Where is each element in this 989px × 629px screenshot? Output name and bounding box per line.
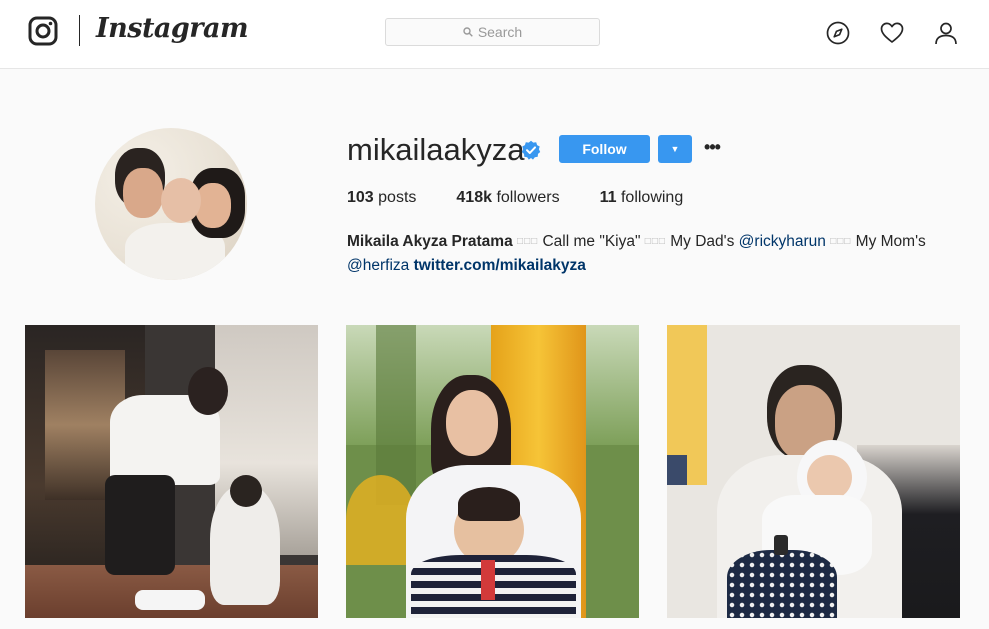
followers-stat[interactable]: 418k followers [456,188,559,208]
verified-badge-icon [521,140,541,160]
profile-bio: Mikaila Akyza Pratama □□□ Call me "Kiya"… [347,230,967,278]
compass-icon[interactable] [826,21,850,45]
suggestions-dropdown-button[interactable]: ▼ [658,135,692,163]
search-placeholder: Search [477,24,523,40]
post-thumbnail-1[interactable] [25,325,318,618]
mention-dad-link[interactable]: @rickyharun [739,233,826,250]
profile-avatar[interactable] [95,128,247,280]
following-label: following [620,189,684,206]
emoji-placeholder: □□□ [517,236,539,247]
emoji-placeholder: □□□ [830,236,852,247]
post-thumbnail-3[interactable] [667,325,960,618]
followers-count: 418k [456,189,492,206]
posts-stat: 103 posts [347,188,416,208]
posts-count: 103 [347,189,374,206]
more-options-button[interactable]: ••• [703,135,721,163]
follow-button[interactable]: Follow [559,135,650,163]
search-input[interactable]: Search [385,18,600,46]
emoji-placeholder: □□□ [644,236,666,247]
triangle-down-icon: ▼ [670,144,680,154]
nav-divider [79,15,80,46]
search-icon [463,27,473,37]
bio-text-1: Call me "Kiya" [542,233,641,250]
profile-stats: 103 posts 418k followers 11 following [347,188,723,208]
bio-text-2: My Dad's [670,233,735,250]
heart-icon[interactable] [880,21,904,45]
person-icon[interactable] [934,21,958,45]
bio-text-3: My Mom's [855,233,926,250]
instagram-camera-icon[interactable] [28,16,58,46]
bio-website-link[interactable]: twitter.com/mikailakyza [414,257,586,274]
following-stat[interactable]: 11 following [600,188,684,208]
top-nav: Instagram Search [0,0,989,69]
mention-mom-link[interactable]: @herfiza [347,257,409,274]
instagram-wordmark[interactable]: Instagram [96,13,249,44]
profile-full-name: Mikaila Akyza Pratama [347,233,513,250]
followers-label: followers [496,189,560,206]
following-count: 11 [599,189,617,206]
posts-label: posts [378,189,417,206]
post-thumbnail-2[interactable] [346,325,639,618]
profile-username: mikailaakyza [347,132,525,167]
